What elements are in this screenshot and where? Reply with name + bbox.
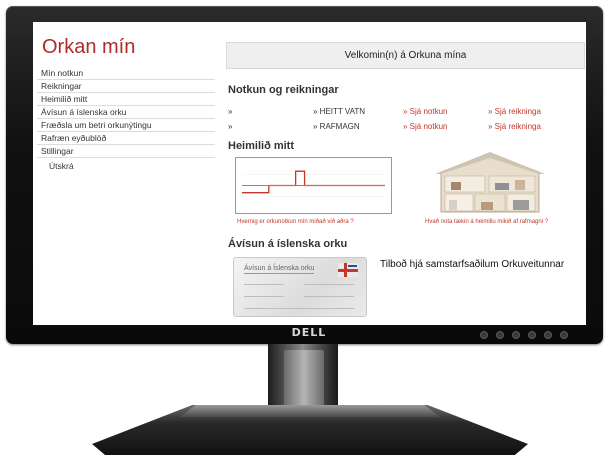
sidebar-item-min-notkun[interactable]: Mín notkun: [37, 67, 215, 80]
voucher-card[interactable]: Ávísun á Íslenska orku: [233, 257, 367, 317]
monitor-button[interactable]: [528, 331, 536, 339]
monitor-power-button[interactable]: [560, 331, 568, 339]
screen: Orkan mín Mín notkun Reikningar Heimilið…: [33, 22, 586, 325]
home-heading: Heimilið mitt: [228, 140, 295, 152]
voucher-card-line: [244, 284, 284, 285]
hot-water-invoices-link[interactable]: » Sjá reikninga: [488, 106, 541, 118]
site-title: Orkan mín: [42, 36, 136, 58]
house-illustration[interactable]: [431, 150, 549, 218]
electricity-invoices-link[interactable]: » Sjá reikninga: [488, 121, 541, 133]
monitor-button[interactable]: [544, 331, 552, 339]
monitor-button[interactable]: [480, 331, 488, 339]
sidebar-item-avisun[interactable]: Ávísun á íslenska orku: [37, 106, 215, 119]
chart-caption-link[interactable]: Hvernig er orkunotkun mín miðað við aðra…: [237, 219, 354, 225]
sidebar-item-reikningar[interactable]: Reikningar: [37, 80, 215, 93]
monitor-button[interactable]: [512, 331, 520, 339]
monitor-stand-base-top: [180, 405, 440, 417]
voucher-card-line: [304, 296, 354, 297]
usage-heading: Notkun og reikningar: [228, 84, 339, 96]
partner-offer-link[interactable]: Tilboð hjá samstarfsaðilum Orkuveitunnar: [380, 259, 570, 270]
monitor-logo: DELL: [291, 326, 327, 339]
welcome-banner: Velkomin(n) á Orkuna mína: [226, 42, 585, 69]
usage-comparison-chart[interactable]: [235, 157, 392, 214]
voucher-card-title: Ávísun á Íslenska orku: [244, 265, 315, 274]
chart-series-line-1: [242, 170, 385, 194]
voucher-card-line: [244, 296, 284, 297]
hot-water-usage-link[interactable]: » Sjá notkun: [403, 106, 447, 118]
voucher-card-line: [304, 284, 354, 285]
voucher-heading: Ávísun á íslenska orku: [228, 238, 348, 250]
usage-comparison-chart-svg: [242, 170, 385, 197]
row-arrow: »: [228, 107, 233, 116]
row-arrow: »: [228, 122, 233, 131]
sidebar-item-stillingar[interactable]: Stillingar: [37, 145, 215, 158]
sidebar-item-fraedsla[interactable]: Fræðsla um betri orkunýtingu: [37, 119, 215, 132]
monitor-stand-neck-highlight: [284, 350, 324, 406]
voucher-card-line: [244, 308, 354, 309]
sidebar-item-heimilid-mitt[interactable]: Heimilið mitt: [37, 93, 215, 106]
flag-icon: [338, 263, 358, 277]
electricity-label: » RAFMAGN: [313, 122, 360, 131]
hot-water-label: » HEITT VATN: [313, 107, 366, 116]
sidebar-item-eydublod[interactable]: Rafræn eyðublöð: [37, 132, 215, 145]
sidebar-nav: Mín notkun Reikningar Heimilið mitt Ávís…: [37, 67, 215, 172]
house-caption-link[interactable]: Hvað nota tækin á heimiliu mikið af rafm…: [425, 219, 548, 225]
monitor-button[interactable]: [496, 331, 504, 339]
electricity-usage-link[interactable]: » Sjá notkun: [403, 121, 447, 133]
logout-link[interactable]: Útskrá: [37, 160, 215, 172]
